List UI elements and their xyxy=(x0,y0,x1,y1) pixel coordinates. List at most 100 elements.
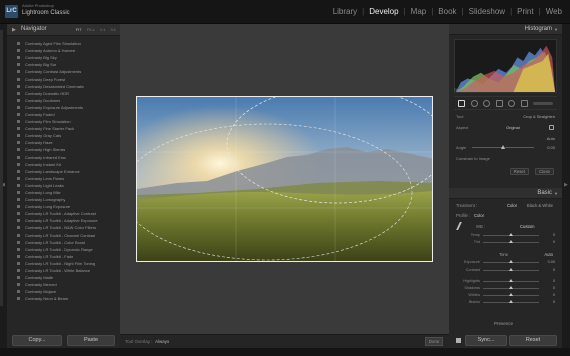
adjustment-brush-icon[interactable] xyxy=(520,99,528,107)
tool-size-slider[interactable] xyxy=(533,101,553,105)
lock-icon[interactable] xyxy=(549,125,554,130)
preset-item[interactable]: Contrasty Light Leaks xyxy=(17,182,117,189)
preset-item[interactable]: Contrasty Contrast Adjustments xyxy=(17,68,117,75)
reset-button[interactable]: Reset xyxy=(509,335,557,346)
module-library[interactable]: Library xyxy=(333,7,357,16)
blacks-value[interactable]: 0 xyxy=(553,300,555,304)
shadows-value[interactable]: 0 xyxy=(553,286,555,290)
preset-item[interactable]: Contrasty Neon & Beam xyxy=(17,295,117,302)
sync-switch-icon[interactable] xyxy=(456,338,461,343)
whites-slider-thumb[interactable] xyxy=(509,293,513,297)
copy-button[interactable]: Copy... xyxy=(12,335,62,346)
shadows-slider[interactable] xyxy=(483,285,539,289)
preset-item[interactable]: Contrasty LR Toolkit - Color Boost xyxy=(17,239,117,246)
tint-slider[interactable] xyxy=(483,240,539,244)
contrast-slider[interactable] xyxy=(483,267,539,271)
exposure-value[interactable]: 0.00 xyxy=(548,260,555,264)
preset-item[interactable]: Contrasty Lens Flares xyxy=(17,175,117,182)
collapse-triangle-icon[interactable]: ▼ xyxy=(554,27,558,32)
preset-item[interactable]: Contrasty Faded xyxy=(17,111,117,118)
contrast-slider-thumb[interactable] xyxy=(509,267,513,271)
module-develop[interactable]: Develop xyxy=(369,7,398,16)
preset-item[interactable]: Contrasty LR Toolkit - White Balance xyxy=(17,267,117,274)
exposure-slider-thumb[interactable] xyxy=(509,260,513,264)
eyedropper-icon[interactable] xyxy=(456,222,466,230)
highlights-slider-thumb[interactable] xyxy=(509,278,513,282)
preset-item[interactable]: Contrasty Lomography xyxy=(17,196,117,203)
right-panel-edge[interactable]: ▶ xyxy=(562,24,570,348)
whites-slider[interactable] xyxy=(483,293,539,297)
radial-filter-icon[interactable] xyxy=(508,99,515,107)
preset-item[interactable]: Contrasty Haze xyxy=(17,139,117,146)
module-web[interactable]: Web xyxy=(546,7,562,16)
tool-overlay-select[interactable]: Always xyxy=(155,339,169,344)
preset-item[interactable]: Contrasty Big Sky xyxy=(17,54,117,61)
preset-item[interactable]: Contrasty Instant Kit xyxy=(17,161,117,168)
contrast-value[interactable]: 0 xyxy=(553,268,555,272)
preset-item[interactable]: Contrasty Matte xyxy=(17,274,117,281)
angle-slider[interactable] xyxy=(472,145,534,149)
preset-item[interactable]: Contrasty Duotones xyxy=(17,97,117,104)
constrain-checkbox[interactable]: Constrain to Image xyxy=(456,156,490,161)
temp-value[interactable]: 0 xyxy=(553,233,555,237)
preset-item[interactable]: Contrasty Dramatic HDR xyxy=(17,90,117,97)
preset-item[interactable]: Contrasty LR Toolkit - Channel Contrast xyxy=(17,232,117,239)
preset-item[interactable]: Contrasty Long Mile xyxy=(17,189,117,196)
blacks-slider[interactable] xyxy=(483,300,539,304)
crop-close-button[interactable]: Close xyxy=(535,168,554,175)
tint-value[interactable]: 0 xyxy=(553,240,555,244)
angle-value[interactable]: 0.00 xyxy=(547,145,555,150)
preset-item[interactable]: Contrasty Exposure Adjustments xyxy=(17,104,117,111)
expand-triangle-icon[interactable]: ▶ xyxy=(12,27,16,33)
preset-item[interactable]: Contrasty Aged Film Simulation xyxy=(17,40,117,47)
preset-item[interactable]: Contrasty Long Exposure xyxy=(17,203,117,210)
red-eye-icon[interactable] xyxy=(483,99,490,107)
basic-header[interactable]: Basic ▼ xyxy=(449,188,562,199)
zoom-1-1[interactable]: 1:1 xyxy=(100,27,106,32)
highlights-value[interactable]: 0 xyxy=(553,279,555,283)
done-button[interactable]: Done xyxy=(425,337,443,346)
treatment-color-option[interactable]: Color xyxy=(507,203,517,208)
profile-select[interactable]: Color xyxy=(474,213,484,218)
preset-item[interactable]: Contrasty Desaturated Cinematic xyxy=(17,83,117,90)
aspect-select[interactable]: Original xyxy=(506,125,520,130)
spot-removal-icon[interactable] xyxy=(470,99,478,107)
wb-select[interactable]: Custom xyxy=(520,224,534,229)
preset-item[interactable]: Contrasty Infrared Emu xyxy=(17,154,117,161)
crop-reset-button[interactable]: Reset xyxy=(509,168,529,175)
tint-slider-thumb[interactable] xyxy=(509,240,513,244)
collapse-right-icon[interactable]: ▶ xyxy=(564,182,568,188)
preset-item[interactable]: Contrasty LR Toolkit - B&W Color Filters xyxy=(17,224,117,231)
exposure-slider[interactable] xyxy=(483,260,539,264)
preset-item[interactable]: Contrasty Mojave xyxy=(17,288,117,295)
crop-overlay[interactable] xyxy=(136,96,433,262)
zoom-fill[interactable]: FILL xyxy=(87,27,95,32)
preset-item[interactable]: Contrasty LR Toolkit - Fade xyxy=(17,253,117,260)
temp-slider-thumb[interactable] xyxy=(509,233,513,236)
module-book[interactable]: Book xyxy=(438,7,456,16)
zoom-fit[interactable]: FIT xyxy=(76,27,82,32)
whites-value[interactable]: 0 xyxy=(553,293,555,297)
module-print[interactable]: Print xyxy=(517,7,533,16)
preset-item[interactable]: Contrasty LR Toolkit - Dynamic Range xyxy=(17,246,117,253)
auto-straighten-button[interactable]: Auto xyxy=(547,136,555,141)
tone-auto-button[interactable]: Auto xyxy=(544,252,553,257)
preset-item[interactable]: Contrasty Film Simulation xyxy=(17,118,117,125)
treatment-bw-option[interactable]: Black & White xyxy=(527,203,553,208)
paste-button[interactable]: Paste xyxy=(67,335,115,346)
preset-item[interactable]: Contrasty High Sierras xyxy=(17,146,117,153)
blacks-slider-thumb[interactable] xyxy=(509,300,513,304)
graduated-filter-icon[interactable] xyxy=(495,99,503,107)
preset-item[interactable]: Contrasty LR Toolkit - Adaptive Exposure xyxy=(17,217,117,224)
sync-button[interactable]: Sync... xyxy=(465,335,507,346)
angle-slider-thumb[interactable] xyxy=(501,145,505,149)
preset-item[interactable]: Contrasty Merced xyxy=(17,281,117,288)
shadows-slider-thumb[interactable] xyxy=(509,285,513,289)
module-map[interactable]: Map xyxy=(411,7,427,16)
collapse-triangle-icon[interactable]: ▼ xyxy=(554,191,558,196)
preset-item[interactable]: Contrasty Fine Starter Pack xyxy=(17,125,117,132)
crop-handle-top-left[interactable] xyxy=(137,97,141,101)
preset-item[interactable]: Contrasty Big Sur xyxy=(17,61,117,68)
temp-slider[interactable] xyxy=(483,233,539,236)
preset-item[interactable]: Contrasty Autumn & Harvest xyxy=(17,47,117,54)
